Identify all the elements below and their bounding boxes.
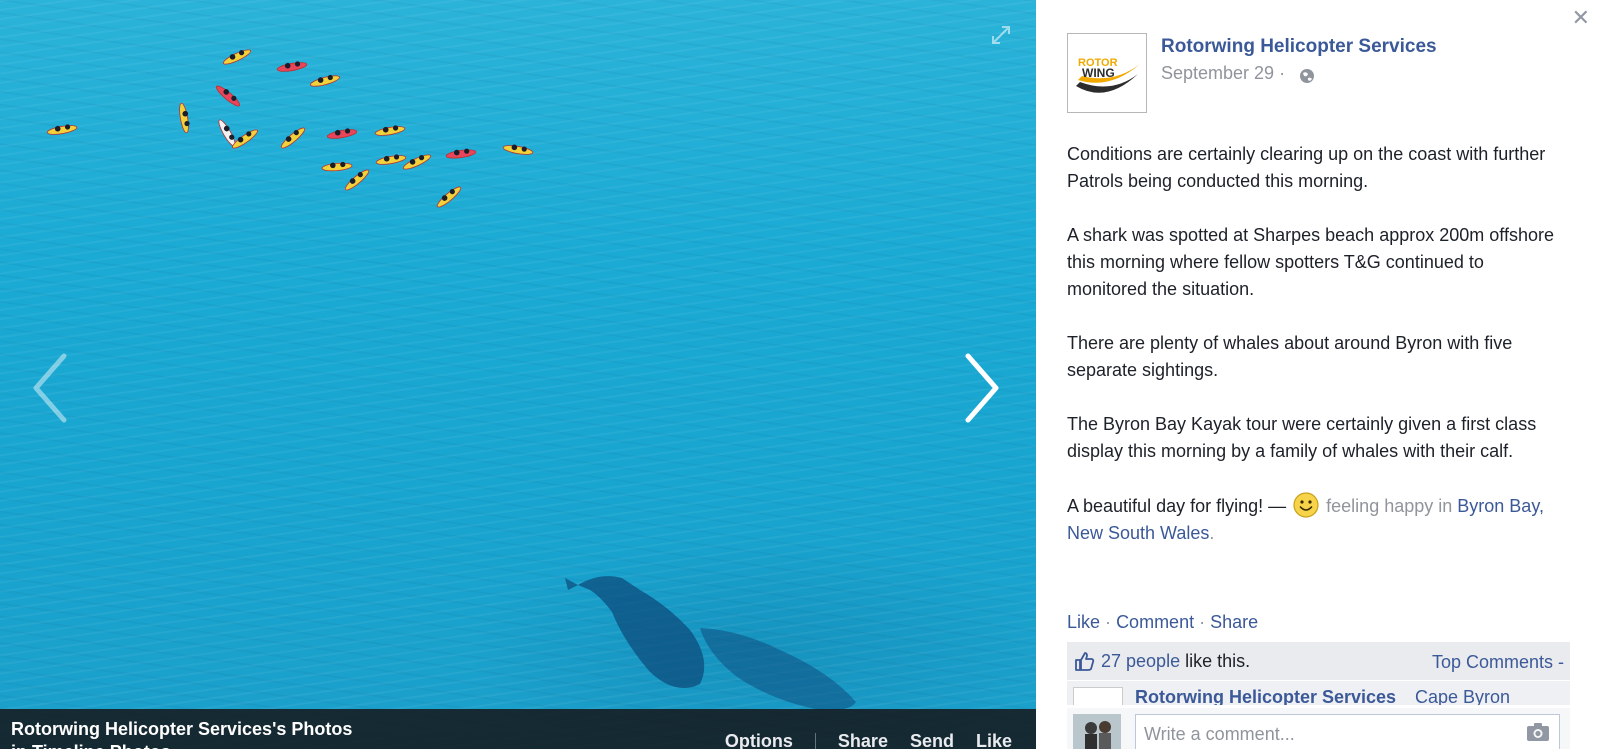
send-button[interactable]: Send	[910, 731, 954, 749]
commenter-avatar[interactable]	[1073, 687, 1123, 705]
likers-link[interactable]: 27 people	[1101, 651, 1180, 671]
prev-arrow-icon[interactable]	[28, 352, 76, 424]
rotorwing-logo: ROTOR WING	[1076, 57, 1140, 93]
post-closing: A beautiful day for flying! — feeling ha…	[1067, 492, 1567, 547]
album-title[interactable]: Rotorwing Helicopter Services's Photos	[11, 718, 352, 740]
action-separator: ·	[1105, 612, 1112, 632]
closing-text: A beautiful day for flying! —	[1067, 496, 1287, 516]
feeling-text: feeling happy in	[1326, 496, 1453, 516]
likes-text: 27 people like this.	[1101, 651, 1250, 672]
options-button[interactable]: Options	[725, 731, 793, 749]
globe-icon[interactable]	[1299, 68, 1315, 84]
kayak	[344, 169, 370, 191]
post-paragraph: There are plenty of whales about around …	[1067, 333, 1513, 380]
svg-text:WING: WING	[1082, 66, 1115, 80]
page-name-link[interactable]: Rotorwing Helicopter Services	[1161, 36, 1437, 58]
kayak	[280, 127, 306, 149]
kayak	[310, 74, 340, 87]
kayak	[326, 128, 358, 139]
close-icon[interactable]: ✕	[1572, 6, 1590, 31]
camera-icon[interactable]	[1526, 722, 1550, 742]
kayak	[222, 49, 252, 65]
kayak	[502, 144, 534, 155]
share-link[interactable]: Share	[1210, 612, 1258, 632]
kayak	[445, 148, 477, 159]
page-logo[interactable]: ROTOR WING	[1067, 33, 1147, 113]
next-arrow-icon[interactable]	[960, 352, 1008, 424]
action-divider	[814, 732, 816, 749]
comment-item: Rotorwing Helicopter Services Cape Byron	[1067, 681, 1570, 705]
whale-adult	[565, 576, 705, 688]
action-separator: ·	[1199, 612, 1206, 632]
album-subtitle[interactable]: in Timeline Photos	[11, 741, 171, 749]
likes-suffix: like this.	[1185, 651, 1251, 671]
share-photo-button[interactable]: Share	[838, 731, 888, 749]
photo-stage[interactable]: Rotorwing Helicopter Services's Photos i…	[0, 0, 1036, 749]
avatar[interactable]	[1073, 714, 1121, 749]
photo-actions: Options Share Send Like	[703, 731, 1012, 749]
avatar-photo	[1073, 714, 1121, 749]
kayak	[276, 61, 308, 72]
post-paragraph: The Byron Bay Kayak tour were certainly …	[1067, 414, 1537, 461]
thumbs-up-icon	[1075, 652, 1095, 671]
post-body: Conditions are certainly clearing up on …	[1067, 141, 1567, 574]
like-link[interactable]: Like	[1067, 612, 1100, 632]
smiley-icon	[1293, 492, 1319, 518]
likes-summary: 27 people like this. Top Comments -	[1067, 642, 1570, 680]
kayak	[215, 85, 241, 107]
photo-scene	[46, 49, 856, 711]
kayak	[375, 154, 407, 165]
post-date-text[interactable]: September 29	[1161, 63, 1274, 83]
comment-input[interactable]	[1135, 714, 1560, 749]
kayak	[436, 186, 462, 208]
comment-link[interactable]: Comment	[1116, 612, 1194, 632]
kayak	[374, 125, 406, 136]
post-panel: ✕ ROTOR WING Rotorwing Helicopter Servic…	[1036, 0, 1600, 749]
post-paragraph: Conditions are certainly clearing up on …	[1067, 144, 1546, 191]
comment-text: Cape Byron	[1415, 687, 1511, 705]
kayak	[402, 154, 432, 170]
location-suffix: .	[1209, 523, 1215, 543]
kayak	[46, 124, 78, 135]
photo-caption-bar: Rotorwing Helicopter Services's Photos i…	[0, 709, 1036, 749]
top-comments-dropdown[interactable]: Top Comments -	[1432, 652, 1564, 673]
kayak	[232, 129, 258, 149]
like-photo-button[interactable]: Like	[976, 731, 1012, 749]
date-separator: ·	[1279, 63, 1286, 83]
post-paragraph: A shark was spotted at Sharpes beach app…	[1067, 225, 1554, 299]
kayak	[179, 102, 190, 134]
expand-icon[interactable]	[990, 24, 1012, 46]
whale-calf	[700, 628, 856, 711]
comment-composer	[1067, 708, 1570, 749]
comment-author-link[interactable]: Rotorwing Helicopter Services	[1135, 687, 1396, 705]
post-action-links: Like · Comment · Share	[1067, 612, 1258, 633]
kayak	[321, 161, 353, 172]
post-date[interactable]: September 29 ·	[1161, 63, 1285, 84]
